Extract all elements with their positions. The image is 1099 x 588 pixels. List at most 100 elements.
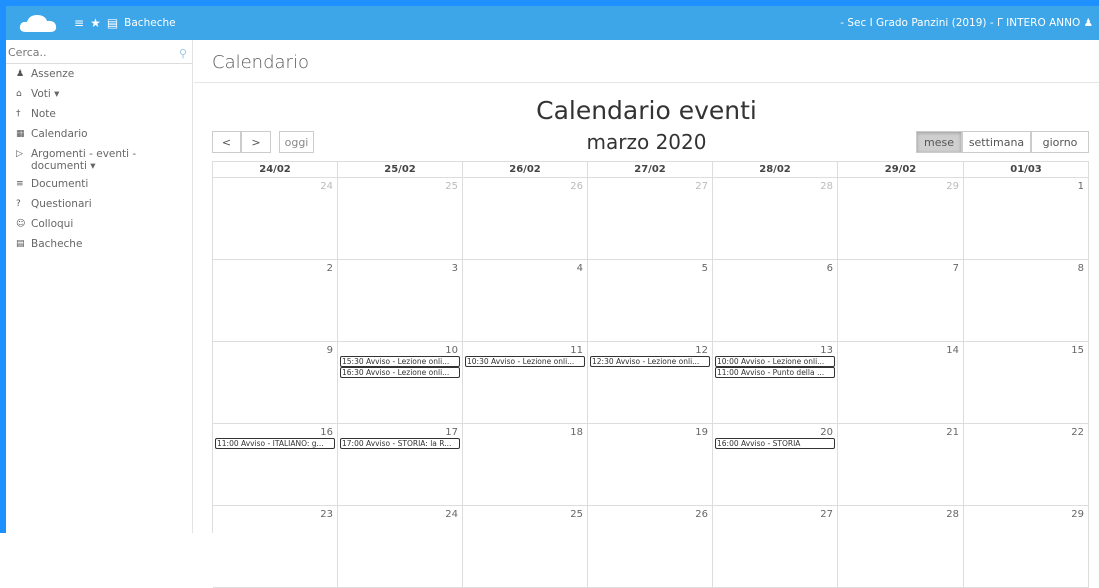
calendar-day-cell[interactable]: 6	[713, 260, 838, 342]
day-number[interactable]: 24	[445, 509, 458, 520]
day-number[interactable]: 22	[1071, 427, 1084, 438]
calendar-event[interactable]: 12:30 Avviso - Lezione onli...	[590, 356, 710, 367]
day-number[interactable]: 24	[320, 181, 333, 192]
day-number[interactable]: 3	[452, 263, 458, 274]
day-number[interactable]: 27	[695, 181, 708, 192]
calendar-day-cell[interactable]: 27	[713, 506, 838, 588]
day-number[interactable]: 6	[827, 263, 833, 274]
calendar-day-cell[interactable]: 3	[338, 260, 463, 342]
day-number[interactable]: 27	[820, 509, 833, 520]
calendar-day-cell[interactable]: 20 16:00 Avviso - STORIA	[713, 424, 838, 506]
cloud-logo-icon[interactable]	[18, 12, 58, 34]
day-number[interactable]: 1	[1078, 181, 1084, 192]
calendar-day-cell[interactable]: 29	[964, 506, 1089, 588]
calendar-day-cell[interactable]: 26	[588, 506, 713, 588]
calendar-day-cell[interactable]: 2	[213, 260, 338, 342]
calendar-day-cell[interactable]: 24	[338, 506, 463, 588]
search-icon[interactable]: ⚲	[179, 47, 187, 60]
calendar-event[interactable]: 10:00 Avviso - Lezione onli...	[715, 356, 835, 367]
calendar-day-cell[interactable]: 24	[213, 178, 338, 260]
menu-icon[interactable]: ≡	[74, 16, 84, 30]
calendar-day-cell[interactable]: 8	[964, 260, 1089, 342]
day-number[interactable]: 9	[327, 345, 333, 356]
day-number[interactable]: 18	[570, 427, 583, 438]
prev-button[interactable]: <	[212, 131, 241, 153]
day-number[interactable]: 13	[820, 345, 833, 356]
month-view-button[interactable]: mese	[916, 131, 962, 153]
calendar-day-cell[interactable]: 26	[463, 178, 588, 260]
calendar-day-cell[interactable]: 22	[964, 424, 1089, 506]
day-number[interactable]: 26	[570, 181, 583, 192]
day-number[interactable]: 28	[946, 509, 959, 520]
calendar-day-cell[interactable]: 13 10:00 Avviso - Lezione onli... 11:00 Av…	[713, 342, 838, 424]
sidebar-item-bacheche[interactable]: ▤ Bacheche	[6, 238, 193, 250]
calendar-event[interactable]: 15:30 Avviso - Lezione onli...	[340, 356, 460, 367]
calendar-day-cell[interactable]: 10 15:30 Avviso - Lezione onli... 16:30 Av…	[338, 342, 463, 424]
sidebar-item-argomenti[interactable]: ▷ Argomenti - eventi - documenti ▾	[6, 148, 193, 172]
day-number[interactable]: 7	[953, 263, 959, 274]
day-number[interactable]: 16	[320, 427, 333, 438]
day-number[interactable]: 8	[1078, 263, 1084, 274]
calendar-day-cell[interactable]: 4	[463, 260, 588, 342]
calendar-day-cell[interactable]: 25	[338, 178, 463, 260]
day-number[interactable]: 25	[570, 509, 583, 520]
day-number[interactable]: 26	[695, 509, 708, 520]
day-number[interactable]: 15	[1071, 345, 1084, 356]
calendar-event[interactable]: 16:30 Avviso - Lezione onli...	[340, 367, 460, 378]
day-number[interactable]: 4	[577, 263, 583, 274]
day-number[interactable]: 19	[695, 427, 708, 438]
day-number[interactable]: 12	[695, 345, 708, 356]
calendar-day-cell[interactable]: 27	[588, 178, 713, 260]
calendar-day-cell[interactable]: 16 11:00 Avviso - ITALIANO: g...	[213, 424, 338, 506]
today-button[interactable]: oggi	[279, 131, 314, 153]
star-icon[interactable]: ★	[90, 16, 101, 30]
calendar-event[interactable]: 11:00 Avviso - Punto della ...	[715, 367, 835, 378]
calendar-day-cell[interactable]: 19	[588, 424, 713, 506]
calendar-day-cell[interactable]: 7	[838, 260, 964, 342]
sidebar-item-colloqui[interactable]: ☺ Colloqui	[6, 218, 193, 230]
day-number[interactable]: 14	[946, 345, 959, 356]
day-number[interactable]: 17	[445, 427, 458, 438]
sidebar-item-assenze[interactable]: ♟ Assenze	[6, 68, 193, 80]
bacheche-link[interactable]: Bacheche	[124, 17, 175, 29]
next-button[interactable]: >	[241, 131, 271, 153]
day-number[interactable]: 28	[820, 181, 833, 192]
day-number[interactable]: 20	[820, 427, 833, 438]
school-year-context[interactable]: - Sec I Grado Panzini (2019) - Γ INTERO …	[840, 17, 1093, 29]
day-number[interactable]: 2	[327, 263, 333, 274]
calendar-day-cell[interactable]: 15	[964, 342, 1089, 424]
user-icon[interactable]: ♟	[1084, 17, 1093, 29]
day-view-button[interactable]: giorno	[1031, 131, 1089, 153]
calendar-day-cell[interactable]: 18	[463, 424, 588, 506]
sidebar-item-documenti[interactable]: ≡ Documenti	[6, 178, 193, 190]
sidebar-item-note[interactable]: † Note	[6, 108, 193, 120]
calendar-event[interactable]: 11:00 Avviso - ITALIANO: g...	[215, 438, 335, 449]
calendar-day-cell[interactable]: 9	[213, 342, 338, 424]
day-number[interactable]: 11	[570, 345, 583, 356]
calendar-day-cell[interactable]: 28	[838, 506, 964, 588]
day-number[interactable]: 10	[445, 345, 458, 356]
sidebar-item-voti[interactable]: ⌂ Voti ▾	[6, 88, 193, 100]
day-number[interactable]: 29	[1071, 509, 1084, 520]
day-number[interactable]: 21	[946, 427, 959, 438]
calendar-day-cell[interactable]: 23	[213, 506, 338, 588]
sidebar-item-calendario[interactable]: ▦ Calendario	[6, 128, 193, 140]
week-view-button[interactable]: settimana	[962, 131, 1031, 153]
search-input[interactable]: Cerca.. ⚲	[6, 46, 193, 64]
calendar-day-cell[interactable]: 25	[463, 506, 588, 588]
calendar-day-cell[interactable]: 5	[588, 260, 713, 342]
calendar-day-cell[interactable]: 14	[838, 342, 964, 424]
calendar-day-cell[interactable]: 12 12:30 Avviso - Lezione onli...	[588, 342, 713, 424]
day-number[interactable]: 5	[702, 263, 708, 274]
sidebar-item-questionari[interactable]: ? Questionari	[6, 198, 193, 210]
calendar-event[interactable]: 10:30 Avviso - Lezione onli...	[465, 356, 585, 367]
calendar-day-cell[interactable]: 21	[838, 424, 964, 506]
calendar-event[interactable]: 16:00 Avviso - STORIA	[715, 438, 835, 449]
day-number[interactable]: 25	[445, 181, 458, 192]
day-number[interactable]: 29	[946, 181, 959, 192]
calendar-day-cell[interactable]: 11 10:30 Avviso - Lezione onli...	[463, 342, 588, 424]
calendar-day-cell[interactable]: 1	[964, 178, 1089, 260]
calendar-event[interactable]: 17:00 Avviso - STORIA: la R...	[340, 438, 460, 449]
calendar-day-cell[interactable]: 28	[713, 178, 838, 260]
calendar-day-cell[interactable]: 17 17:00 Avviso - STORIA: la R...	[338, 424, 463, 506]
